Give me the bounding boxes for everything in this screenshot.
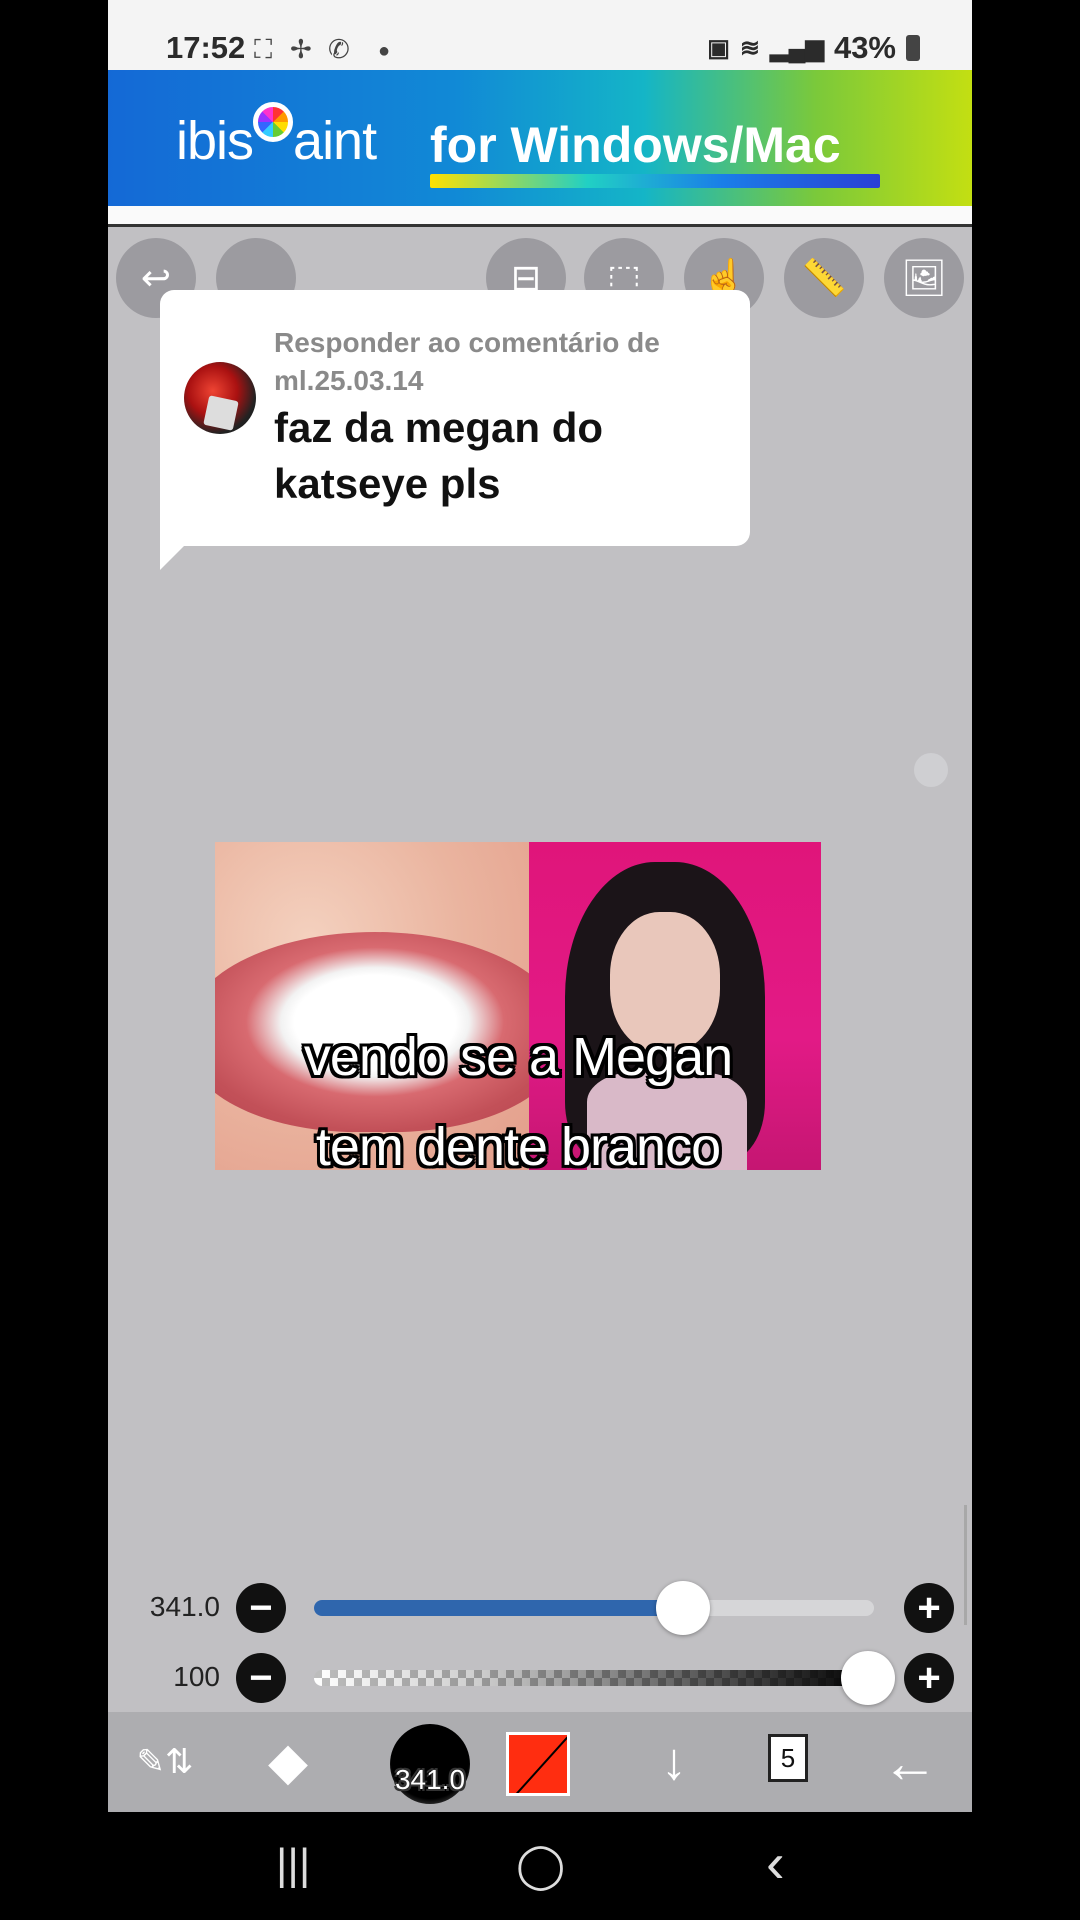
caption-line-2: tem dente branco [315,1117,721,1170]
layers-button[interactable]: 5 [768,1734,808,1782]
brush-size-value: 341.0 [149,1591,220,1622]
bottom-toolbar: ✎⇅ ◆ 341.0 ↓ 5 ← [108,1712,972,1812]
banner-slogan: for Windows/Mac [430,117,841,173]
back-button[interactable]: ← [860,1712,960,1812]
opacity-decrease-button[interactable]: − [236,1653,286,1703]
brush-eraser-switch-icon: ✎⇅ [136,1743,194,1781]
color-swatch-button[interactable] [506,1732,570,1796]
home-button[interactable]: ◯ [516,1840,565,1891]
arrow-down-icon: ↓ [661,1733,687,1791]
size-slider-track[interactable] [314,1600,874,1616]
comment-bubble: Responder ao comentário de ml.25.03.14 f… [160,290,750,546]
toolbar-divider [108,224,972,227]
eraser-button[interactable]: ◆ [238,1712,338,1812]
ruler-icon: 📏 [801,257,847,298]
eraser-icon: ◆ [268,1733,308,1791]
tool-switch-button[interactable]: ✎⇅ [120,1712,210,1812]
slogan-underline [430,174,880,188]
screenshot-icon: ⛶ [254,34,273,64]
opacity-slider-track[interactable] [314,1670,874,1686]
signal-icon: ▂▄▆ [770,34,824,62]
caption-line-1: vendo se a Megan [303,1027,733,1087]
recents-button[interactable]: ||| [276,1840,310,1890]
nav-back-button[interactable]: ‹ [766,1830,785,1895]
canvas-image: vendo se a Megan tem dente branco [215,842,821,1170]
app-screen: 17:52 ⛶ ✢ ✆ ● ▣ ≋ ▂▄▆ 43% ibis aint for W… [108,0,972,1812]
arrow-left-icon: ← [882,1730,938,1794]
battery-percent: 43% [833,30,896,65]
ibispaint-logo: ibis aint [176,102,377,172]
battery-saver-icon: ▣ [707,34,730,62]
promo-banner[interactable]: ibis aint for Windows/Mac [108,70,972,206]
wifi-icon: ≋ [739,34,761,62]
opacity-increase-button[interactable]: + [904,1653,954,1703]
status-bar: 17:52 ⛶ ✢ ✆ ● ▣ ≋ ▂▄▆ 43% [108,0,972,70]
battery-icon [906,35,920,61]
avatar [184,362,256,434]
color-wheel-icon [253,102,294,142]
ruler-button[interactable]: 📏 [784,238,864,318]
logo-prefix: ibis [176,111,254,171]
size-slider-fill [314,1600,690,1616]
image-icon: 🖼 [901,257,947,298]
opacity-slider-knob[interactable] [841,1651,895,1705]
size-decrease-button[interactable]: − [236,1583,286,1633]
banner-divider-strip [108,206,972,224]
whatsapp-icon: ✆ [328,34,350,64]
meme-caption: vendo se a Megan tem dente branco [215,1012,821,1170]
logo-suffix: aint [293,111,377,171]
scroll-indicator [964,1505,967,1625]
size-increase-button[interactable]: + [904,1583,954,1633]
dot-icon: ● [378,40,391,62]
opacity-value: 100 [173,1661,220,1692]
comment-reply-label: Responder ao comentário de ml.25.03.14 [274,327,660,396]
system-nav-bar: ||| ◯ ‹ [0,1812,1080,1920]
size-slider-knob[interactable] [656,1581,711,1635]
image-button[interactable]: 🖼 [884,238,964,318]
status-time: 17:52 [166,30,246,65]
brush-size-label: 341.0 [394,1764,466,1795]
status-indicators: ▣ ≋ ▂▄▆ 43% [707,30,920,66]
comment-text: faz da megan do katseye pls [274,404,604,507]
side-handle[interactable] [914,753,948,787]
pinwheel-icon: ✢ [290,34,312,64]
move-down-button[interactable]: ↓ [624,1712,724,1812]
